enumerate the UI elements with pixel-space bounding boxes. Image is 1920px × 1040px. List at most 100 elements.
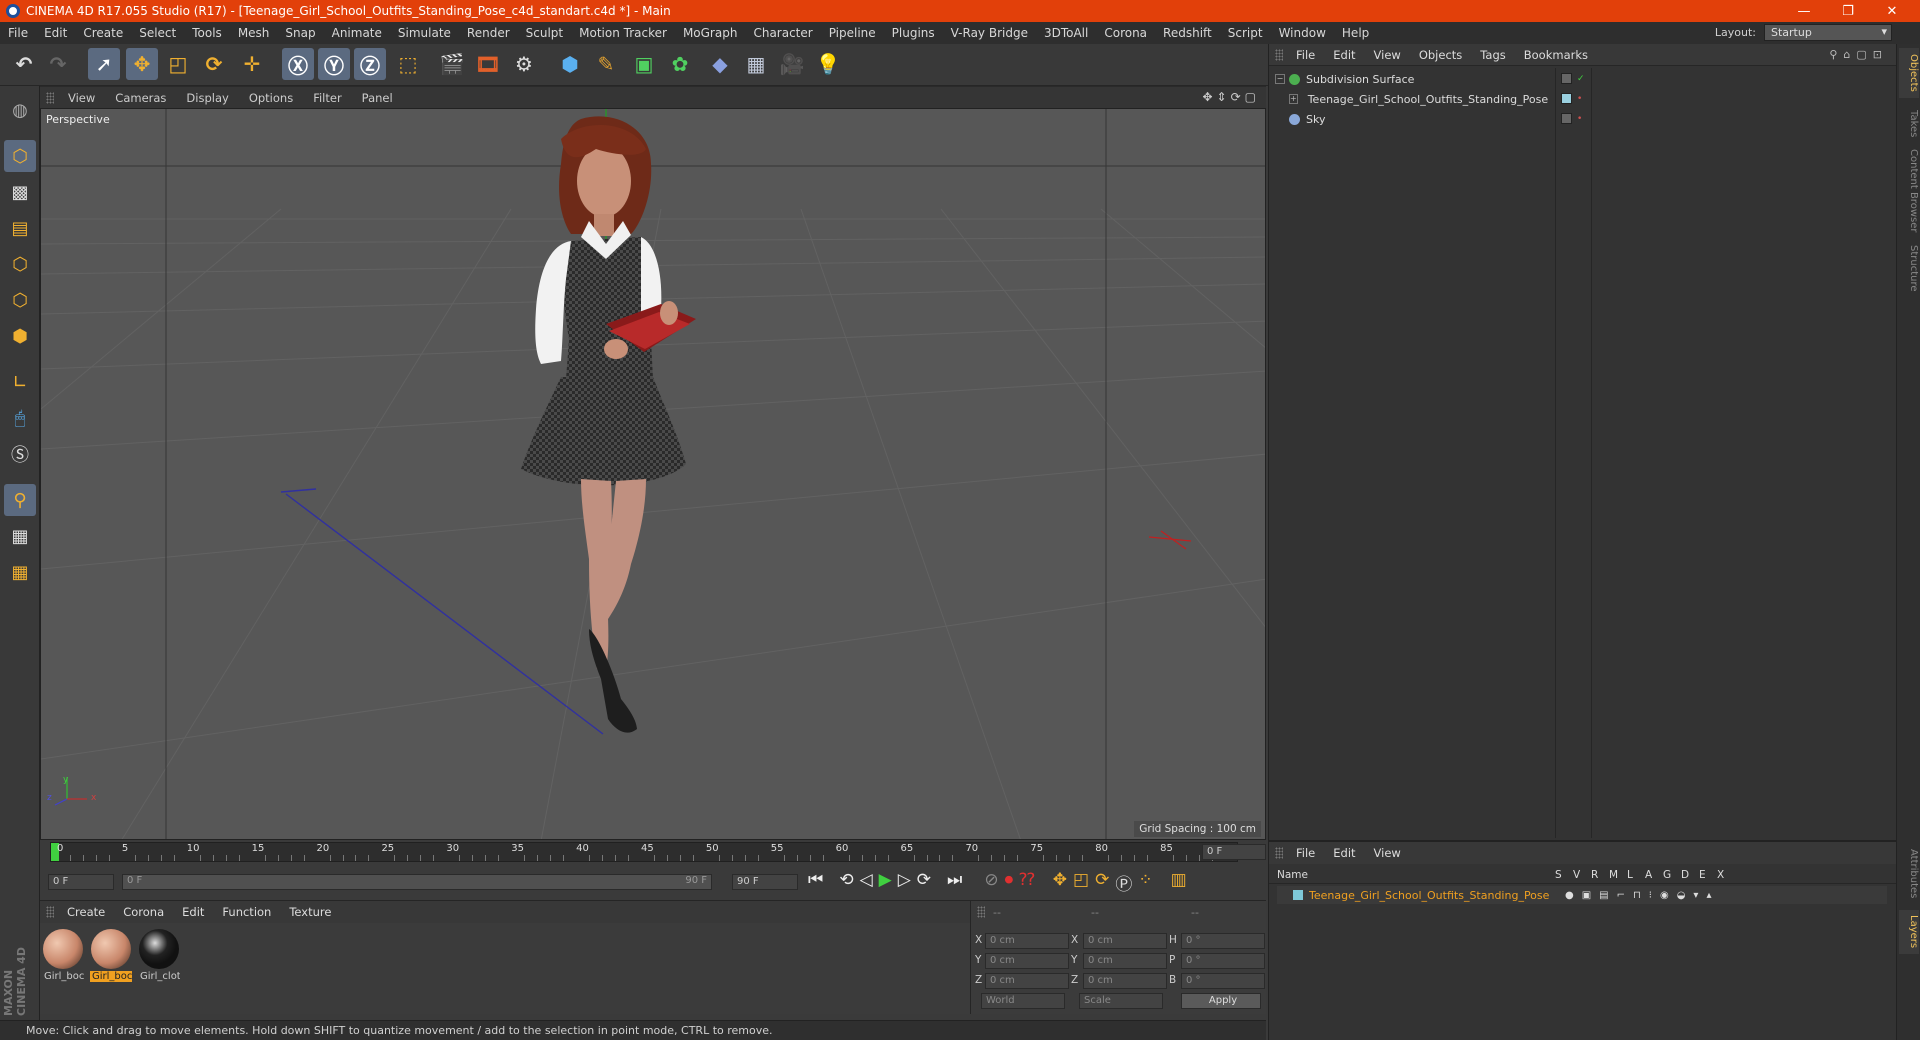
menu-character[interactable]: Character: [745, 26, 820, 40]
layer-tag-icon[interactable]: [1561, 113, 1572, 124]
panel-grip-icon[interactable]: [1275, 48, 1283, 61]
key-rotation-icon[interactable]: ⟳: [1095, 870, 1109, 895]
viewport-menu-options[interactable]: Options: [239, 91, 303, 105]
make-editable-icon[interactable]: ◍: [4, 94, 36, 126]
start-frame-field[interactable]: 0 F: [48, 874, 114, 890]
menu-plugins[interactable]: Plugins: [884, 26, 943, 40]
render-picture-viewer-icon[interactable]: 🎞: [472, 48, 504, 80]
material-swatch[interactable]: Girl_clot: [138, 927, 180, 989]
layer-column-m[interactable]: M: [1609, 869, 1618, 881]
menu-help[interactable]: Help: [1334, 26, 1377, 40]
locked-workplane-icon[interactable]: ▦: [4, 556, 36, 588]
recent-tools-icon[interactable]: ✛: [236, 48, 268, 80]
layer-column-r[interactable]: R: [1591, 869, 1598, 881]
live-selection-icon[interactable]: ➚: [88, 48, 120, 80]
cube-object-icon[interactable]: ⬢: [554, 48, 586, 80]
minimize-button[interactable]: —: [1782, 0, 1826, 22]
scale-tool-icon[interactable]: ◰: [162, 48, 194, 80]
coord-rotation-field[interactable]: 0 °: [1181, 973, 1265, 989]
subdivision-surface-icon[interactable]: ▣: [628, 48, 660, 80]
expand-toggle-icon[interactable]: +: [1289, 94, 1298, 104]
go-to-previous-key-icon[interactable]: ⟲: [839, 870, 853, 895]
layer-column-v[interactable]: V: [1573, 869, 1580, 881]
visibility-dot-icon[interactable]: •: [1577, 114, 1582, 124]
end-frame-field[interactable]: 90 F: [732, 874, 798, 890]
object-menu-view[interactable]: View: [1365, 48, 1410, 62]
workplane-mode-icon[interactable]: ▤: [4, 212, 36, 244]
coordinate-mode-dropdown[interactable]: World: [981, 993, 1065, 1009]
material-menu-create[interactable]: Create: [58, 905, 114, 919]
layer-color-swatch[interactable]: [1293, 890, 1303, 900]
viewport-menu-view[interactable]: View: [58, 91, 105, 105]
coord-position-field[interactable]: 0 cm: [985, 953, 1069, 969]
undo-icon[interactable]: ↶: [8, 48, 40, 80]
auto-keying-icon[interactable]: ⏺: [1005, 870, 1014, 895]
deformer-icon[interactable]: ◆: [704, 48, 736, 80]
key-position-icon[interactable]: ✥: [1053, 870, 1067, 895]
rotate-tool-icon[interactable]: ⟳: [198, 48, 230, 80]
keyframe-selection-icon[interactable]: ⁇: [1019, 870, 1035, 895]
visibility-dot-icon[interactable]: •: [1577, 94, 1582, 104]
floor-scene-icon[interactable]: ▦: [740, 48, 772, 80]
play-forward-icon[interactable]: ▶: [879, 870, 892, 895]
layer-tag-icon[interactable]: [1561, 73, 1572, 84]
layer-column-name[interactable]: Name: [1277, 869, 1308, 881]
layer-column-g[interactable]: G: [1663, 869, 1671, 881]
menu-window[interactable]: Window: [1271, 26, 1334, 40]
object-menu-bookmarks[interactable]: Bookmarks: [1515, 48, 1597, 62]
polygons-mode-icon[interactable]: ⬢: [4, 320, 36, 352]
material-swatch[interactable]: Girl_boc: [42, 927, 84, 989]
coord-rotation-field[interactable]: 0 °: [1181, 953, 1265, 969]
tweak-mode-icon[interactable]: 🖱: [4, 402, 36, 434]
layer-menu-file[interactable]: File: [1287, 846, 1324, 860]
layer-column-l[interactable]: L: [1627, 869, 1633, 881]
menu-create[interactable]: Create: [75, 26, 131, 40]
coord-size-field[interactable]: 0 cm: [1083, 953, 1167, 969]
menu-mograph[interactable]: MoGraph: [675, 26, 746, 40]
material-menu-corona[interactable]: Corona: [114, 905, 173, 919]
camera-icon[interactable]: 🎥: [776, 48, 808, 80]
menu-script[interactable]: Script: [1220, 26, 1271, 40]
menu-tools[interactable]: Tools: [184, 26, 230, 40]
key-parameter-icon[interactable]: Ⓟ: [1115, 870, 1132, 895]
tab-content-browser[interactable]: Content Browser: [1899, 148, 1919, 234]
magnet-icon[interactable]: ⚲: [4, 484, 36, 516]
menu-sculpt[interactable]: Sculpt: [518, 26, 571, 40]
frame-range-slider[interactable]: 0 F 90 F: [122, 874, 712, 890]
tab-layers[interactable]: Layers: [1899, 910, 1919, 954]
layer-tag-icon[interactable]: [1561, 93, 1572, 104]
tab-objects[interactable]: Objects: [1899, 48, 1919, 98]
restore-button[interactable]: ❐: [1826, 0, 1870, 22]
material-swatch[interactable]: Girl_boc: [90, 927, 132, 989]
snap-icon[interactable]: Ⓢ: [4, 438, 36, 470]
edges-mode-icon[interactable]: ⬡: [4, 284, 36, 316]
model-mode-icon[interactable]: ⬡: [4, 140, 36, 172]
menu-corona[interactable]: Corona: [1096, 26, 1155, 40]
apply-button[interactable]: Apply: [1181, 993, 1261, 1009]
material-menu-edit[interactable]: Edit: [173, 905, 213, 919]
viewport-menu-cameras[interactable]: Cameras: [105, 91, 176, 105]
layer-menu-view[interactable]: View: [1365, 846, 1410, 860]
viewport-navigation-icon[interactable]: ✥⇕⟳▢: [1202, 90, 1260, 104]
coord-size-field[interactable]: 0 cm: [1083, 933, 1167, 949]
menu-simulate[interactable]: Simulate: [390, 26, 459, 40]
panel-grip-icon[interactable]: [1275, 847, 1283, 859]
redo-icon[interactable]: ↷: [42, 48, 74, 80]
go-to-end-icon[interactable]: ⏭: [947, 870, 962, 895]
layer-column-s[interactable]: S: [1555, 869, 1562, 881]
menu-mesh[interactable]: Mesh: [230, 26, 278, 40]
coord-position-field[interactable]: 0 cm: [985, 973, 1069, 989]
panel-grip-icon[interactable]: [46, 906, 54, 918]
go-to-start-icon[interactable]: ⏮: [808, 870, 823, 895]
object-menu-tags[interactable]: Tags: [1471, 48, 1514, 62]
record-keys-icon[interactable]: ⊘: [984, 870, 998, 895]
go-to-next-key-icon[interactable]: ⟳: [917, 870, 931, 895]
cloner-icon[interactable]: ✿: [664, 48, 696, 80]
coord-size-field[interactable]: 0 cm: [1083, 973, 1167, 989]
coord-rotation-field[interactable]: 0 °: [1181, 933, 1265, 949]
axis-mode-icon[interactable]: ∟: [4, 366, 36, 398]
layer-row[interactable]: Teenage_Girl_School_Outfits_Standing_Pos…: [1277, 886, 1887, 904]
layer-column-d[interactable]: D: [1681, 869, 1689, 881]
object-row[interactable]: − Subdivision Surface: [1275, 70, 1545, 88]
menu-redshift[interactable]: Redshift: [1155, 26, 1220, 40]
